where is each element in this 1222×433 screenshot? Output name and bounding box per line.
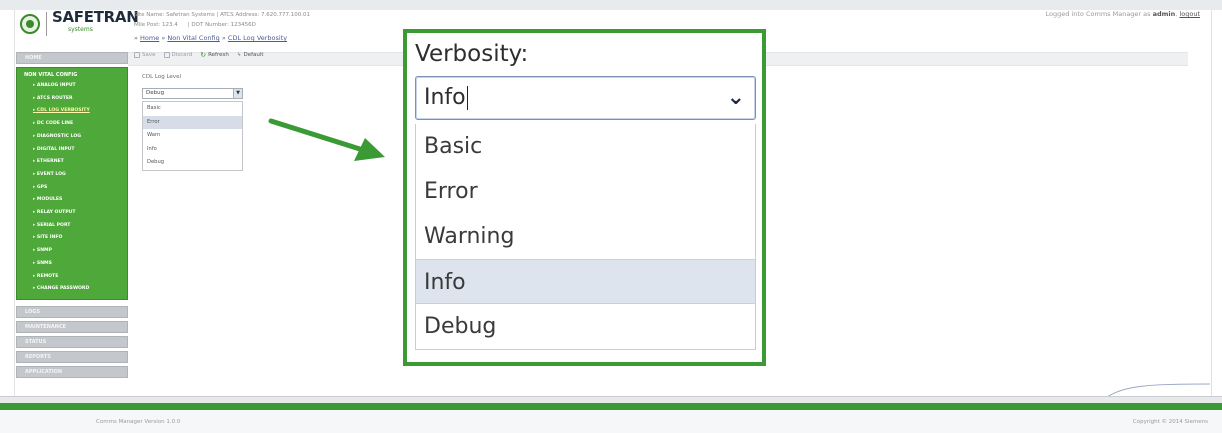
sidebar-item-logs[interactable]: LOGS — [16, 305, 128, 318]
verbosity-option-debug[interactable]: Debug — [416, 304, 755, 349]
cdl-log-level-label: CDL Log Level — [142, 74, 181, 80]
sidebar-item-change-password[interactable]: CHANGE PASSWORD — [17, 283, 127, 296]
sidebar-item-remote[interactable]: REMOTE — [17, 271, 127, 284]
option-error[interactable]: Error — [143, 115, 242, 129]
sidebar-item-ethernet[interactable]: ETHERNET — [17, 156, 127, 169]
footer-divider — [0, 396, 1222, 403]
verbosity-option-info[interactable]: Info — [416, 259, 755, 304]
sidebar-item-status[interactable]: STATUS — [16, 335, 128, 348]
screenshot-stage: SAFETRAN systems Site Name: Safetran Sys… — [0, 0, 1222, 433]
logo-tagline: systems — [68, 26, 93, 33]
sidebar-item-serial-port[interactable]: SERIAL PORT — [17, 220, 127, 233]
option-basic[interactable]: Basic — [143, 102, 242, 116]
sidebar-item-reports[interactable]: REPORTS — [16, 350, 128, 363]
option-warn[interactable]: Warn — [143, 129, 242, 143]
option-info[interactable]: Info — [143, 143, 242, 157]
default-icon: ↳ — [236, 52, 242, 58]
logo-divider — [46, 12, 47, 36]
verbosity-options: Basic Error Warning Info Debug — [415, 124, 756, 350]
sidebar-item-digital-input[interactable]: DIGITAL INPUT — [17, 144, 127, 157]
login-user: admin — [1152, 10, 1176, 18]
sidebar-item-snmp[interactable]: SNMP — [17, 245, 127, 258]
logout-link[interactable]: logout — [1179, 10, 1200, 18]
arrow-shaft — [268, 118, 366, 153]
sidebar-item-maintenance[interactable]: MAINTENANCE — [16, 320, 128, 333]
default-button[interactable]: ↳ Default — [237, 52, 264, 58]
sidebar: HOME NON VITAL CONFIG ANALOG INPUT ATCS … — [16, 52, 128, 381]
sidebar-item-home[interactable]: HOME — [16, 52, 128, 64]
text-cursor — [466, 86, 468, 110]
mile-post: Mile Post: 123.4 — [134, 22, 178, 28]
chevron-down-icon[interactable]: ▼ — [233, 89, 242, 98]
green-arrow-icon — [268, 118, 385, 161]
sidebar-item-modules[interactable]: MODULES — [17, 194, 127, 207]
safetran-logo[interactable]: SAFETRAN systems — [20, 4, 140, 40]
site-info: Site Name: Safetran Systems | ATCS Addre… — [134, 10, 310, 30]
verbosity-select[interactable]: Info ⌄ — [415, 76, 756, 120]
footer — [0, 410, 1222, 433]
sidebar-item-gps[interactable]: GPS — [17, 182, 127, 195]
cdl-log-level-value: Debug — [146, 90, 165, 96]
sidebar-item-atcs-router[interactable]: ATCS ROUTER — [17, 93, 127, 106]
verbosity-option-warning[interactable]: Warning — [416, 214, 755, 259]
site-info-line-2: Mile Post: 123.4 | DOT Number: 123456D — [134, 20, 310, 30]
site-info-line-1: Site Name: Safetran Systems | ATCS Addre… — [134, 12, 311, 18]
discard-button[interactable]: Discard — [163, 52, 192, 58]
copyright-text: Copyright © 2014 Siemens — [1132, 419, 1208, 425]
sidebar-item-snms[interactable]: SNMS — [17, 258, 127, 271]
sidebar-item-analog-input[interactable]: ANALOG INPUT — [17, 80, 127, 93]
verbosity-label: Verbosity: — [415, 41, 529, 67]
cdl-log-level-options: Basic Error Warn Info Debug — [142, 101, 243, 171]
refresh-button[interactable]: ↻ Refresh — [200, 51, 229, 59]
sidebar-item-relay-output[interactable]: RELAY OUTPUT — [17, 207, 127, 220]
sidebar-item-site-info[interactable]: SITE INFO — [17, 232, 127, 245]
logo-brand-text: SAFETRAN — [52, 8, 139, 26]
login-status: Logged into Comms Manager as admin, logo… — [1045, 10, 1200, 18]
breadcrumb-non-vital-config[interactable]: Non Vital Config — [167, 34, 219, 42]
refresh-icon: ↻ — [200, 51, 207, 59]
dot-number: | DOT Number: 123456D — [187, 22, 256, 28]
sidebar-item-cdl-log-verbosity[interactable]: CDL LOG VERBOSITY — [17, 105, 127, 118]
logo-badge-icon — [20, 14, 40, 34]
verbosity-zoom-callout: Verbosity: Info ⌄ Basic Error Warning In… — [403, 29, 766, 366]
sidebar-group-header[interactable]: NON VITAL CONFIG — [17, 70, 127, 80]
chevron-down-icon[interactable]: ⌄ — [727, 85, 745, 110]
verbosity-option-error[interactable]: Error — [416, 169, 755, 214]
verbosity-select-value-wrap: Info — [424, 85, 468, 110]
browser-top-gap — [0, 0, 1222, 10]
verbosity-select-value: Info — [424, 85, 466, 110]
discard-icon — [163, 52, 170, 58]
sidebar-group-non-vital-config: NON VITAL CONFIG ANALOG INPUT ATCS ROUTE… — [16, 67, 128, 300]
toolbar: Save Discard ↻ Refresh ↳ Default — [134, 50, 264, 60]
option-debug[interactable]: Debug — [143, 156, 242, 170]
version-text: Comms Manager Version 1.0.0 — [96, 419, 181, 425]
breadcrumb-home[interactable]: Home — [140, 34, 159, 42]
login-text: Logged into Comms Manager as — [1045, 10, 1151, 18]
cdl-log-level-select[interactable]: Debug ▼ — [142, 88, 243, 99]
breadcrumb-cdl-log-verbosity[interactable]: CDL Log Verbosity — [228, 34, 287, 42]
save-icon — [134, 52, 140, 58]
save-button[interactable]: Save — [134, 52, 156, 58]
footer-green-bar — [0, 403, 1222, 410]
sidebar-item-dc-code-line[interactable]: DC CODE LINE — [17, 118, 127, 131]
verbosity-option-basic[interactable]: Basic — [416, 124, 755, 169]
sidebar-item-diagnostic-log[interactable]: DIAGNOSTIC LOG — [17, 131, 127, 144]
breadcrumb: » Home » Non Vital Config » CDL Log Verb… — [134, 34, 288, 42]
sidebar-item-event-log[interactable]: EVENT LOG — [17, 169, 127, 182]
sidebar-item-application[interactable]: APPLICATION — [16, 365, 128, 378]
